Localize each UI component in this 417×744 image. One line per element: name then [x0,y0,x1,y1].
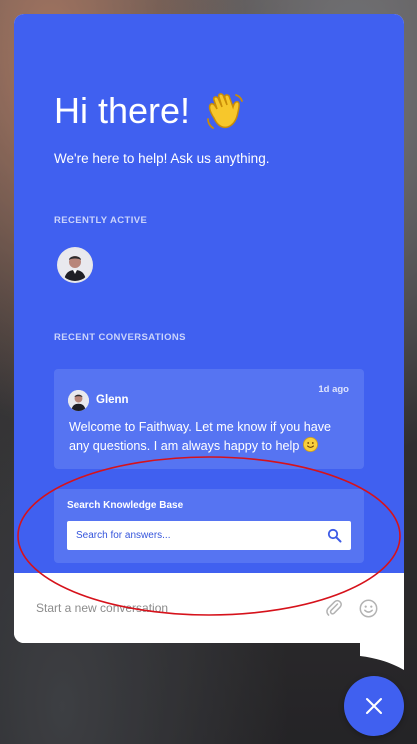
emoji-picker-icon[interactable] [359,599,378,618]
conversation-author: Glenn [96,394,129,406]
knowledge-base-title: Search Knowledge Base [67,500,184,511]
knowledge-base-panel: Search Knowledge Base [54,489,364,563]
conversation-avatar [68,390,89,411]
smiling-face-icon [302,437,318,452]
message-composer [14,573,404,643]
knowledge-base-search-input[interactable] [67,521,317,550]
search-icon[interactable] [327,528,342,543]
new-conversation-input[interactable] [34,595,298,621]
conversation-message-text: Welcome to Faithway. Let me know if you … [69,420,332,453]
close-chat-button[interactable] [344,676,404,736]
greeting-text: Hi there! [54,90,191,131]
paperclip-icon[interactable] [324,598,344,618]
chat-widget-panel: Hi there! We're here to help! Ask us any… [14,14,404,643]
knowledge-base-search-box [67,521,351,550]
active-agent-avatar[interactable] [57,247,93,283]
recently-active-label: RECENTLY ACTIVE [54,215,148,226]
conversation-timestamp: 1d ago [318,384,349,395]
greeting-subtitle: We're here to help! Ask us anything. [54,151,270,166]
conversation-card[interactable]: Glenn 1d ago Welcome to Faithway. Let me… [54,369,364,469]
close-icon [366,698,382,714]
speech-tail-shape [360,620,404,670]
waving-hand-icon [202,88,248,134]
conversation-preview: Welcome to Faithway. Let me know if you … [69,418,354,456]
greeting-heading: Hi there! [54,88,248,134]
recent-conversations-label: RECENT CONVERSATIONS [54,332,186,343]
widget-header: Hi there! We're here to help! Ask us any… [14,14,404,573]
